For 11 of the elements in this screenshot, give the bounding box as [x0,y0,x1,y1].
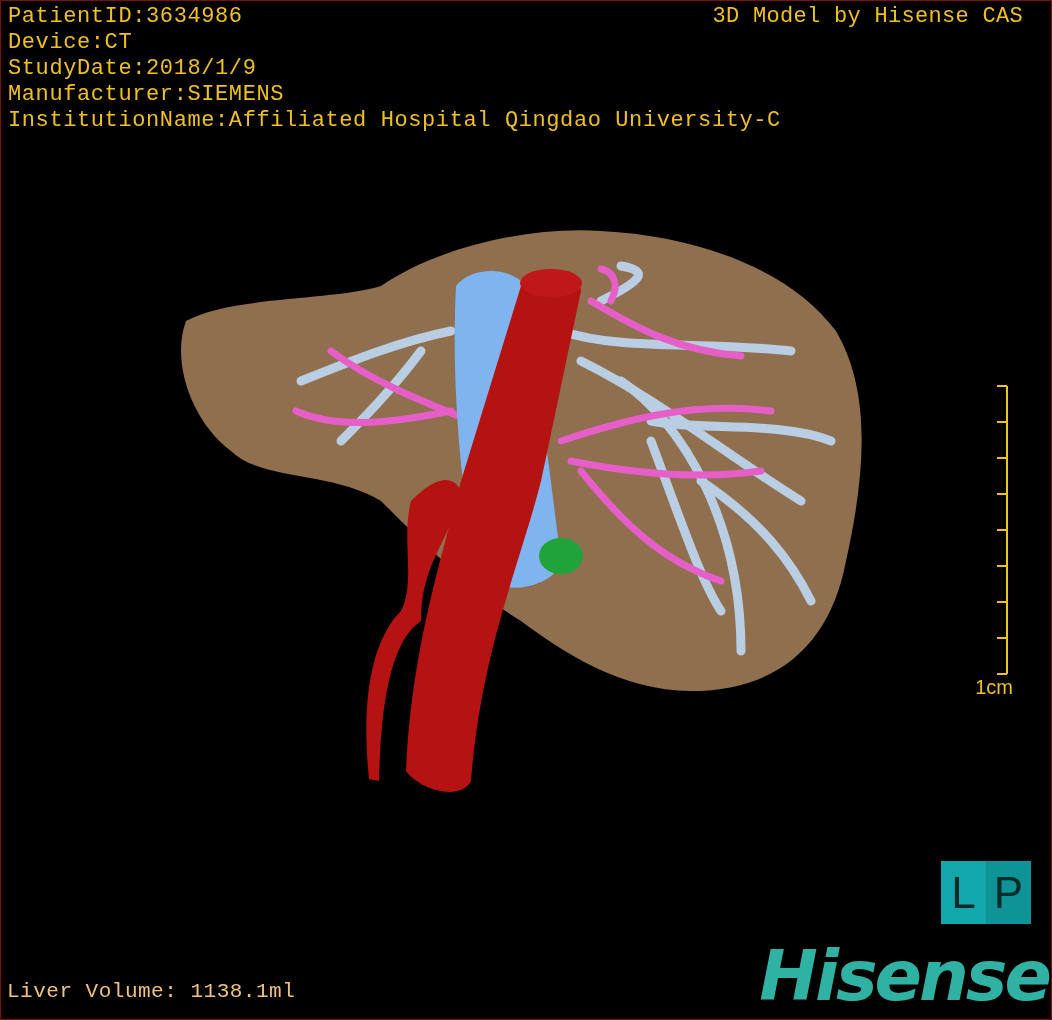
scale-label: 1cm [975,675,1013,699]
patient-info-text: Manufacturer:SIEMENS [8,82,285,108]
liver-volume-text: Liver Volume: 1138.1ml [7,979,296,1005]
orientation-marker-letter: L [941,861,986,924]
patient-info-text: PatientID:3634986 [8,4,243,30]
patient-info-text: Device:CT [8,30,133,56]
patient-info-text: InstitutionName:Affiliated Hospital Qingdao University-C [8,108,781,134]
brand-logo: Hisense [759,936,1049,1016]
model-credit-text: 3D Model by Hisense CAS [712,4,1023,30]
orientation-marker-letter: P [986,861,1031,924]
patient-info-text: StudyDate:2018/1/9 [8,56,257,82]
